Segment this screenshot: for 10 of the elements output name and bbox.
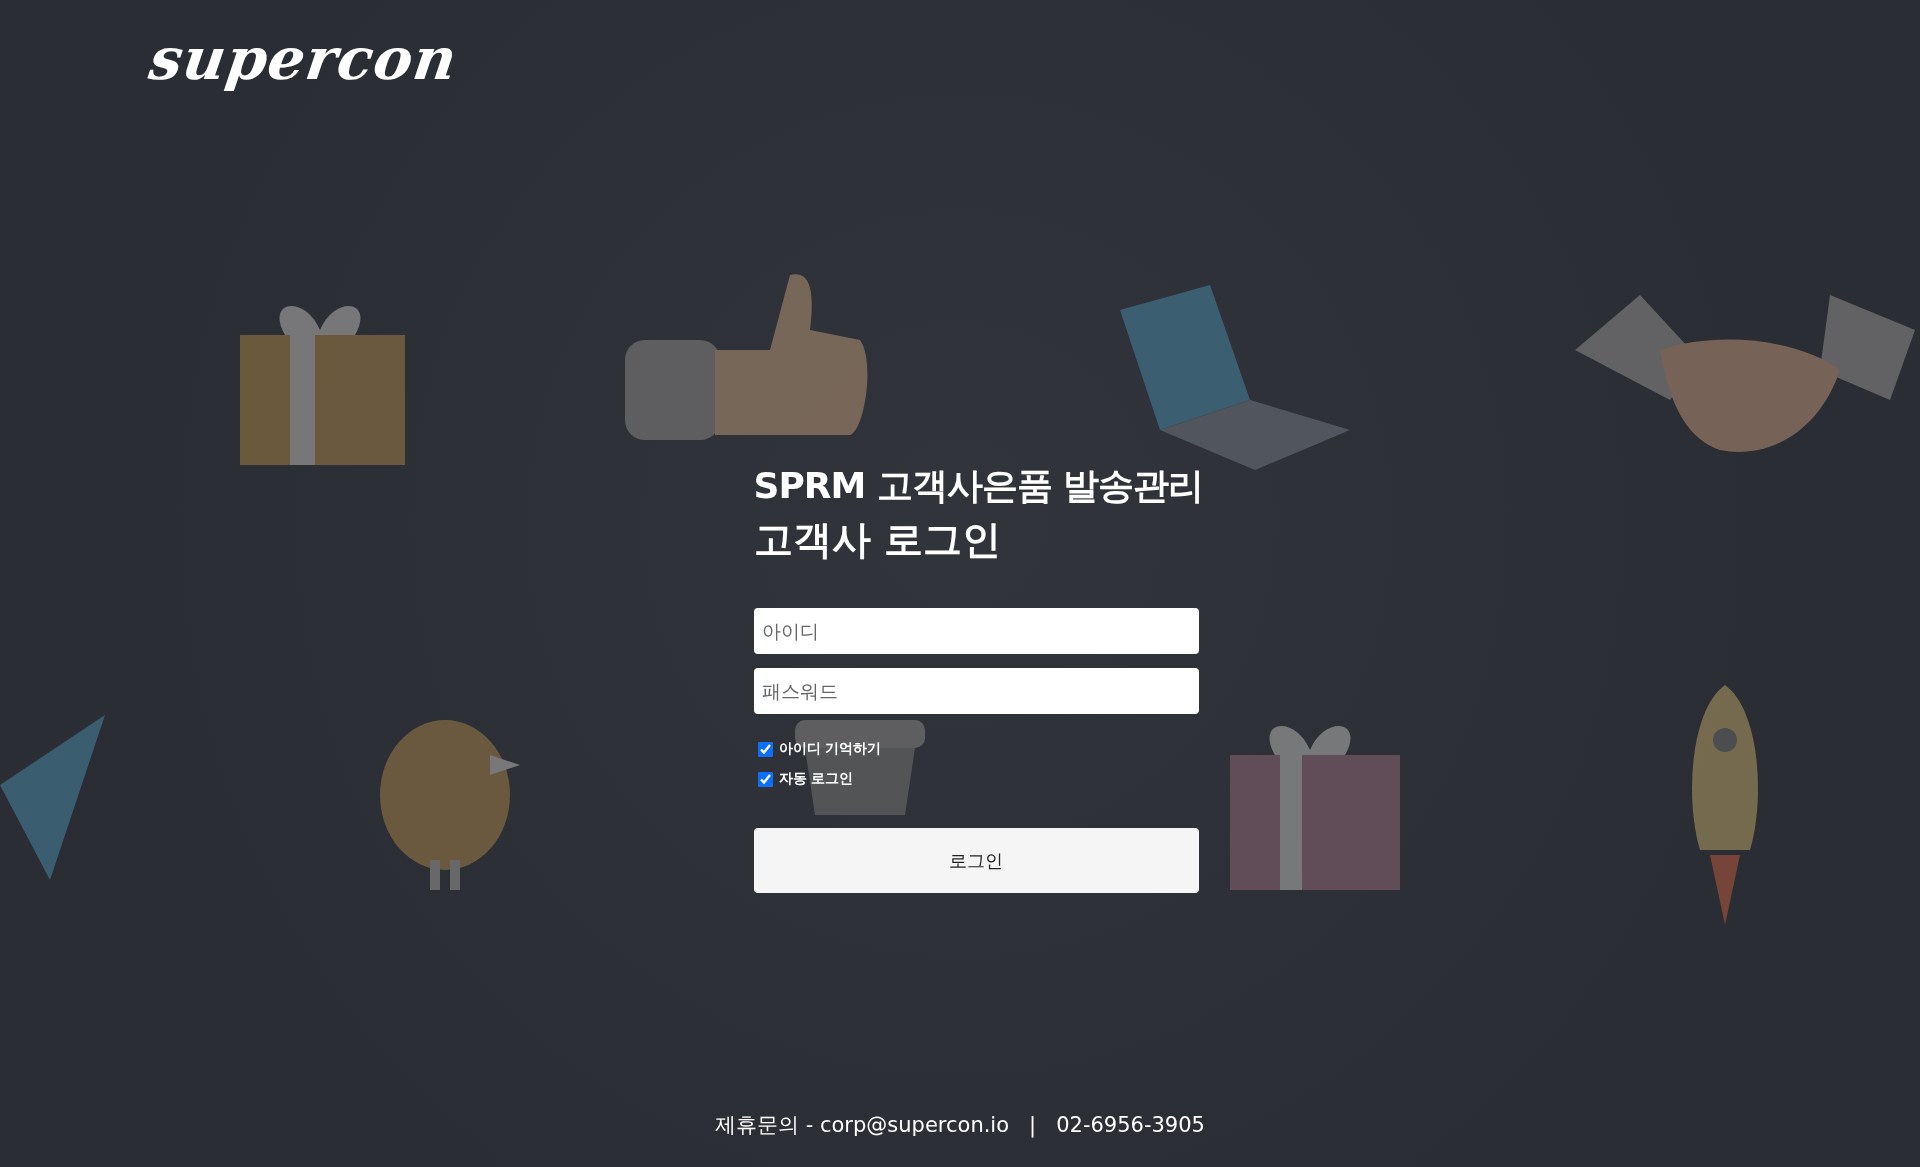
checkbox-label[interactable]: 자동 로그인 xyxy=(778,770,854,788)
page-title: SPRM 고객사은품 발송관리 xyxy=(753,464,1199,508)
text-field[interactable]: 아이디 xyxy=(753,608,1199,654)
checkbox[interactable] xyxy=(757,741,773,757)
page-subtitle: 고객사 로그인 xyxy=(753,516,1003,564)
login-button[interactable]: 로그인 xyxy=(753,828,1199,893)
checkbox-label[interactable]: 아이디 기억하기 xyxy=(778,740,882,758)
checkbox[interactable] xyxy=(757,771,773,787)
contact-info: 제휴문의 - corp@supercon.io | 02-6956-3905 xyxy=(715,1112,1205,1139)
text-field[interactable]: 패스워드 xyxy=(753,668,1199,714)
